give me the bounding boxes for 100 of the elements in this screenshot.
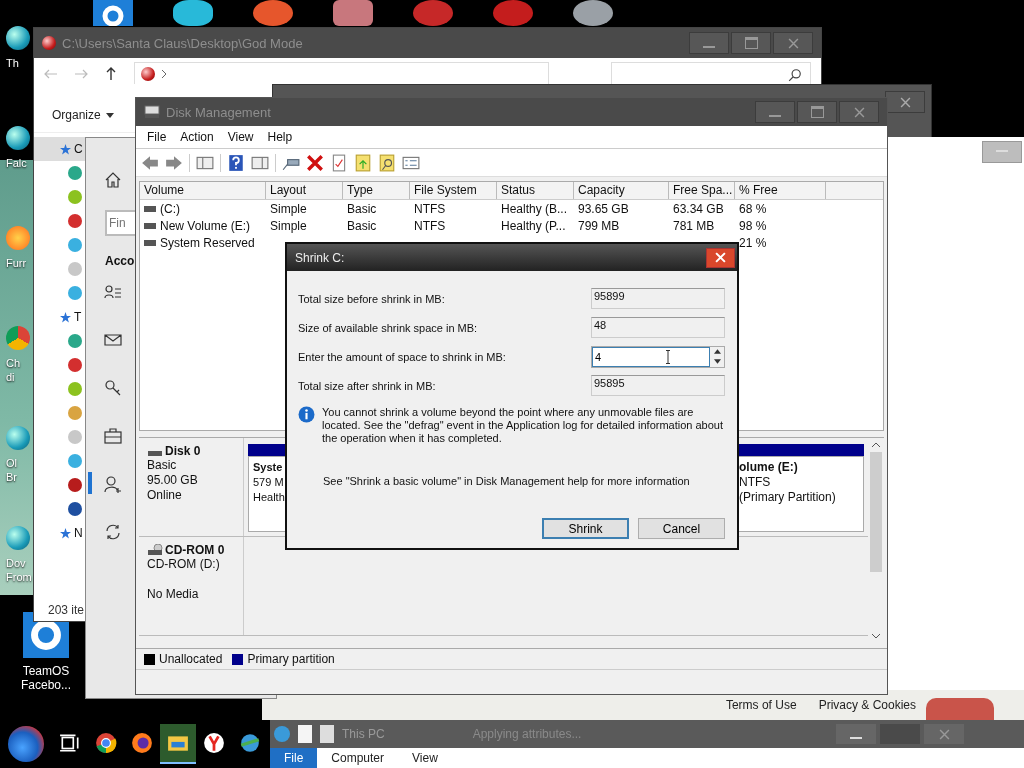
- close-button[interactable]: [885, 91, 925, 113]
- column-header[interactable]: File System: [410, 182, 497, 199]
- minimize-button[interactable]: [689, 32, 729, 54]
- column-header[interactable]: Status: [497, 182, 574, 199]
- minimize-icon: [703, 46, 715, 48]
- star-icon: [60, 527, 71, 539]
- drive-icon: [144, 239, 156, 246]
- table-cell: 93.65 GB: [578, 201, 629, 216]
- menu-item[interactable]: Action: [173, 130, 221, 144]
- disc-icon[interactable]: [573, 0, 613, 26]
- star-icon: [60, 143, 71, 155]
- delete-icon[interactable]: [306, 153, 324, 172]
- start-orb-icon[interactable]: [8, 726, 44, 762]
- key-icon[interactable]: [104, 379, 122, 397]
- disk-info: Basic: [147, 458, 178, 473]
- table-cell: (C:): [160, 201, 180, 216]
- organize-menu[interactable]: Organize: [52, 108, 114, 122]
- menu-item[interactable]: View: [220, 130, 261, 144]
- info-icon: [298, 406, 315, 423]
- nav-item[interactable]: T: [34, 305, 86, 329]
- window-title: Disk Management: [166, 104, 271, 120]
- add-person-icon[interactable]: [104, 475, 122, 493]
- folder-search-icon[interactable]: [378, 153, 396, 172]
- home-icon[interactable]: [104, 171, 122, 189]
- ribbon-tab[interactable]: View: [398, 748, 452, 768]
- field-label: Size of available shrink space in MB:: [298, 321, 478, 334]
- table-cell: 98 %: [739, 218, 767, 233]
- spin-up-icon[interactable]: [713, 349, 721, 354]
- ribbon-tab[interactable]: Computer: [317, 748, 399, 768]
- table-cell: Basic: [347, 218, 377, 233]
- close-button[interactable]: [773, 32, 813, 54]
- table-cell: Basic: [347, 201, 377, 216]
- column-header[interactable]: Capacity: [574, 182, 669, 199]
- desktop-icon-label[interactable]: TeamOS Facebo...: [21, 664, 71, 692]
- folder-up-icon[interactable]: [354, 153, 372, 172]
- field-label: Enter the amount of space to shrink in MB:: [298, 350, 506, 363]
- menu-item[interactable]: Help: [260, 130, 300, 144]
- drive-icon: [144, 222, 156, 229]
- menu-item[interactable]: File: [140, 130, 174, 144]
- column-header[interactable]: Type: [343, 182, 410, 199]
- partition-text: (Primary Partition): [739, 490, 837, 505]
- readonly-field: 95895: [591, 375, 725, 396]
- person-list-icon[interactable]: [104, 283, 122, 301]
- table-cell: 21 %: [739, 235, 767, 250]
- nav-item[interactable]: C: [34, 137, 86, 161]
- table-cell: New Volume (E:): [160, 218, 251, 233]
- app-icon[interactable]: [333, 0, 373, 26]
- gear-icon[interactable]: [93, 0, 133, 26]
- maximize-button[interactable]: [731, 32, 771, 54]
- minimize-button[interactable]: [836, 724, 876, 744]
- field-label: Total size after shrink in MB:: [298, 379, 436, 392]
- cancel-button[interactable]: Cancel: [638, 518, 725, 539]
- sync-icon[interactable]: [104, 523, 122, 541]
- help-icon[interactable]: [227, 153, 245, 172]
- close-button[interactable]: [839, 101, 879, 123]
- help-text: See "Shrink a basic volume" in Disk Management help for more information: [323, 475, 691, 487]
- ornament-icon: [42, 36, 56, 50]
- window-title: C:\Users\Santa Claus\Desktop\God Mode: [62, 35, 303, 51]
- up-arrow-icon[interactable]: [104, 67, 118, 81]
- star-icon: [60, 311, 71, 323]
- ribbon-tab[interactable]: File: [270, 748, 318, 768]
- column-header[interactable]: Volume: [140, 182, 266, 199]
- ornament-icon[interactable]: [6, 126, 30, 150]
- status-text: 203 ite: [48, 603, 85, 617]
- disk-info: No Media: [147, 587, 200, 602]
- chevron-icon: [161, 68, 167, 79]
- close-button[interactable]: [706, 247, 735, 268]
- maximize-button[interactable]: [797, 101, 837, 123]
- ornament-icon: [141, 66, 155, 81]
- disk-info: Online: [147, 488, 183, 503]
- close-icon: [787, 37, 799, 49]
- close-icon: [715, 252, 726, 263]
- column-header[interactable]: % Free: [735, 182, 826, 199]
- column-header[interactable]: Layout: [266, 182, 343, 199]
- footer-link[interactable]: Terms of Use: [725, 698, 797, 712]
- column-header[interactable]: Free Spa...: [669, 182, 735, 199]
- minimize-button[interactable]: [755, 101, 795, 123]
- briefcase-icon[interactable]: [104, 427, 122, 445]
- spin-field[interactable]: 4: [591, 345, 725, 368]
- browser-icon: [203, 732, 225, 754]
- table-cell: Simple: [270, 218, 307, 233]
- readonly-field: 95899: [591, 288, 725, 309]
- ornament-icon[interactable]: [68, 502, 82, 516]
- nav-item[interactable]: N: [34, 521, 86, 545]
- table-cell: Healthy (B...: [501, 201, 568, 216]
- spin-down-icon[interactable]: [713, 359, 721, 364]
- ornament-icon[interactable]: [6, 26, 30, 50]
- partition-text: Health: [253, 490, 286, 505]
- table-cell: NTFS: [414, 218, 446, 233]
- checklist-icon[interactable]: [330, 153, 348, 172]
- task-view-icon: [59, 732, 81, 754]
- ornament-icon[interactable]: [68, 478, 82, 492]
- footer-link[interactable]: Privacy & Cookies: [818, 698, 916, 712]
- shrink-button[interactable]: Shrink: [542, 518, 629, 539]
- search-field[interactable]: Fin: [105, 210, 136, 236]
- partition-block[interactable]: olume (E:) NTFS (Primary Partition): [737, 456, 864, 532]
- mail-icon[interactable]: [104, 331, 122, 349]
- minimize-button[interactable]: [982, 141, 1022, 163]
- desktop-icon-label[interactable]: Th: [6, 56, 19, 70]
- table-cell: 63.34 GB: [673, 201, 724, 216]
